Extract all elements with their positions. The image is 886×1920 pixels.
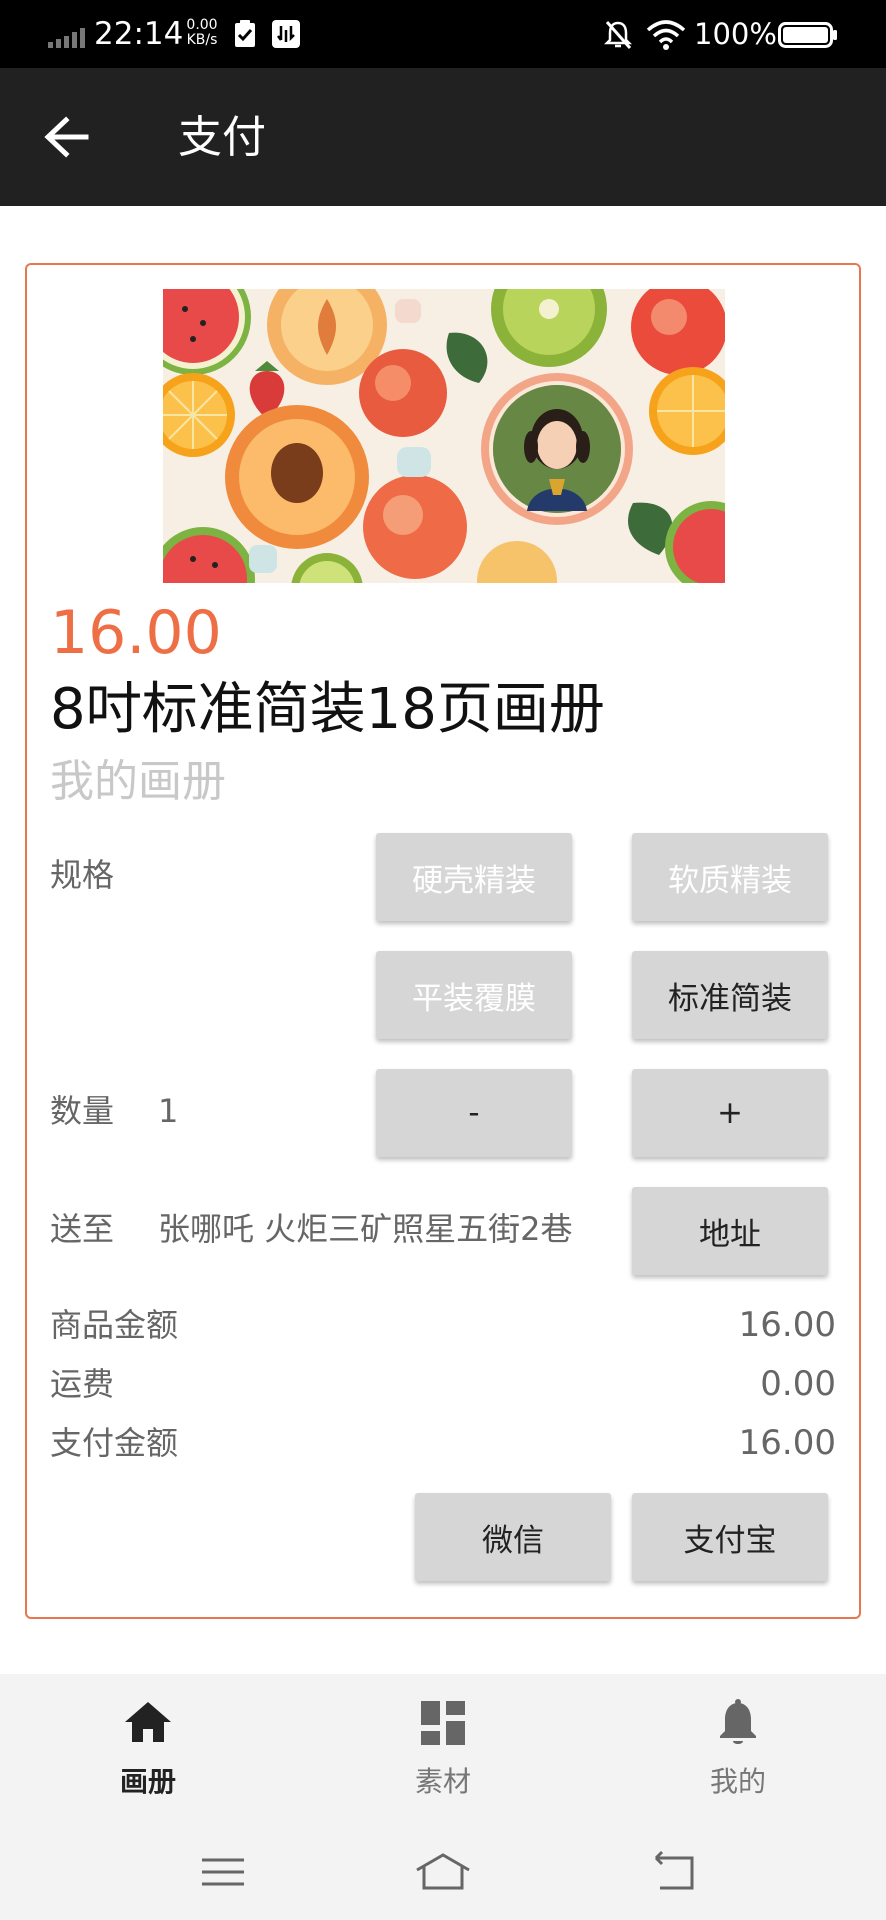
alipay-button[interactable]: 支付宝 xyxy=(632,1493,828,1581)
shipping-label: 送至 xyxy=(50,1210,115,1248)
nav-item-materials[interactable]: 素材 xyxy=(343,1674,543,1824)
status-bar: 22:14 0.00 KB/s 100% xyxy=(0,0,886,68)
mute-bell-icon xyxy=(604,21,632,49)
product-banner-image xyxy=(163,289,725,583)
signal-icon xyxy=(48,28,85,48)
quantity-increase-button[interactable]: + xyxy=(632,1069,828,1157)
battery-icon xyxy=(778,22,837,48)
product-title: 8吋标准简装18页画册 xyxy=(50,677,605,742)
bottom-navigation: 画册 素材 我的 xyxy=(0,1674,886,1824)
pay-amount-value: 16.00 xyxy=(738,1423,836,1463)
product-subtitle: 我的画册 xyxy=(50,756,226,807)
page-title: 支付 xyxy=(178,112,266,163)
spec-option-standard[interactable]: 标准简装 xyxy=(632,951,828,1039)
nav-label-albums: 画册 xyxy=(119,1765,176,1798)
home-outline-icon[interactable] xyxy=(414,1850,472,1894)
nav-label-mine: 我的 xyxy=(709,1765,766,1798)
network-speed-value: 0.00 xyxy=(186,17,218,33)
back-icon[interactable] xyxy=(650,1850,700,1894)
spec-label: 规格 xyxy=(50,856,115,894)
product-price: 16.00 xyxy=(50,598,222,668)
network-speed-unit: KB/s xyxy=(186,32,218,48)
clipboard-check-icon xyxy=(235,20,255,47)
freight-value: 0.00 xyxy=(760,1364,836,1404)
quantity-value: 1 xyxy=(158,1092,179,1130)
status-time: 22:14 xyxy=(94,16,184,52)
battery-percentage: 100% xyxy=(694,17,777,51)
spec-option-softcover[interactable]: 软质精装 xyxy=(632,833,828,921)
bell-icon xyxy=(720,1699,756,1744)
freight-label: 运费 xyxy=(50,1365,115,1403)
quantity-label: 数量 xyxy=(50,1092,115,1130)
dashboard-icon xyxy=(421,1701,465,1745)
menu-icon[interactable] xyxy=(198,1850,248,1894)
product-card: 16.00 8吋标准简装18页画册 我的画册 规格 硬壳精装 软质精装 平装覆膜… xyxy=(25,263,861,1619)
wechat-pay-button[interactable]: 微信 xyxy=(415,1493,611,1581)
quantity-decrease-button[interactable]: - xyxy=(376,1069,572,1157)
spec-option-hardcover[interactable]: 硬壳精装 xyxy=(376,833,572,921)
address-button[interactable]: 地址 xyxy=(632,1187,828,1275)
nav-item-mine[interactable]: 我的 xyxy=(638,1674,838,1824)
system-navigation-bar xyxy=(0,1824,886,1920)
nav-label-materials: 素材 xyxy=(414,1765,471,1798)
goods-amount-value: 16.00 xyxy=(738,1305,836,1345)
home-icon xyxy=(125,1702,171,1742)
back-arrow-icon[interactable] xyxy=(42,114,90,160)
wifi-icon xyxy=(646,20,686,50)
goods-amount-label: 商品金额 xyxy=(50,1306,179,1344)
usb-debug-icon xyxy=(272,20,300,48)
network-speed: 0.00 KB/s xyxy=(180,18,224,48)
shipping-address: 张哪吒 火炬三矿照星五街2巷 xyxy=(158,1210,573,1248)
nav-item-albums[interactable]: 画册 xyxy=(48,1674,248,1824)
app-bar: 支付 xyxy=(0,68,886,206)
spec-option-laminated[interactable]: 平装覆膜 xyxy=(376,951,572,1039)
pay-amount-label: 支付金额 xyxy=(50,1424,179,1462)
